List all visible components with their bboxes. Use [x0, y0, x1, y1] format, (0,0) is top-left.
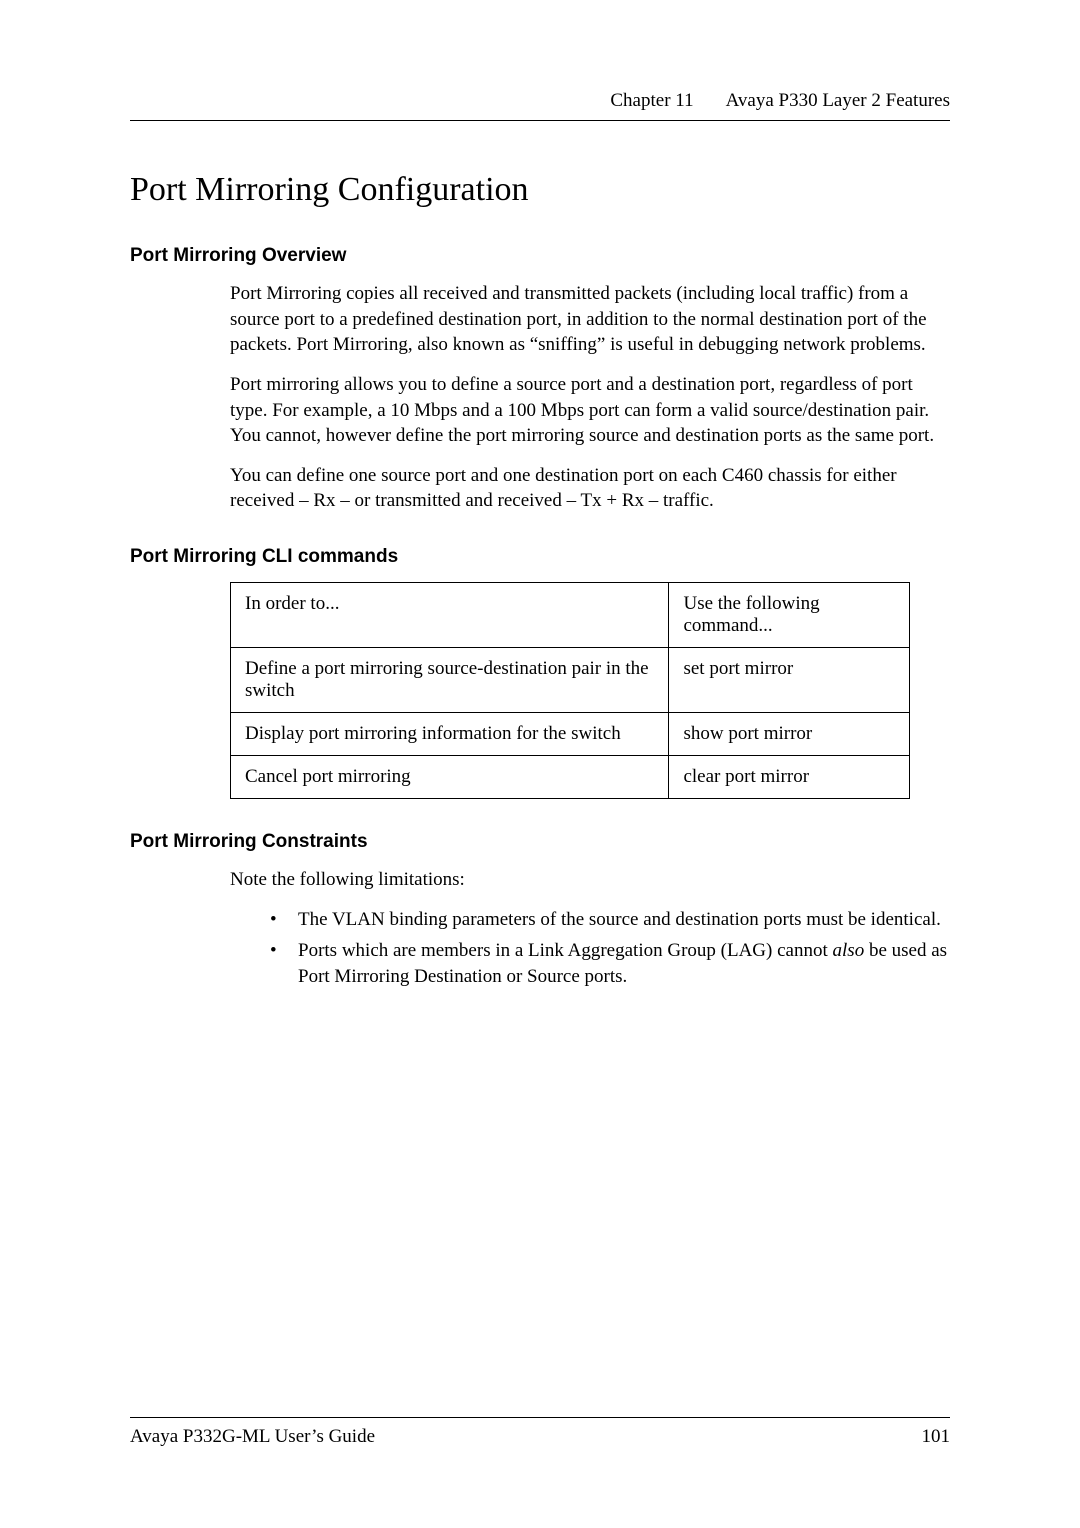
footer: Avaya P332G-ML User’s Guide 101 [130, 1417, 950, 1448]
page: Chapter 11 Avaya P330 Layer 2 Features P… [0, 0, 1080, 1528]
footer-page-number: 101 [922, 1426, 951, 1448]
running-head-chapter: Chapter 11 [610, 90, 693, 112]
list-item-text-em: also [833, 940, 865, 961]
cli-heading: Port Mirroring CLI commands [130, 546, 950, 568]
table-row: Define a port mirroring source-destinati… [231, 648, 910, 713]
overview-p2: Port mirroring allows you to define a so… [130, 372, 950, 449]
table-cell: clear port mirror [669, 756, 910, 799]
list-item: Ports which are members in a Link Aggreg… [270, 938, 950, 989]
running-head-title: Avaya P330 Layer 2 Features [726, 90, 950, 112]
overview-heading: Port Mirroring Overview [130, 245, 950, 267]
table-row: In order to... Use the following command… [231, 583, 910, 648]
table-cell: Define a port mirroring source-destinati… [231, 648, 669, 713]
bottom-rule [130, 1417, 950, 1418]
constraints-intro: Note the following limitations: [130, 867, 950, 893]
table-cell: Display port mirroring information for t… [231, 713, 669, 756]
section-cli: Port Mirroring CLI commands In order to.… [130, 546, 950, 799]
footer-row: Avaya P332G-ML User’s Guide 101 [130, 1426, 950, 1448]
table-row: Cancel port mirroring clear port mirror [231, 756, 910, 799]
overview-p3: You can define one source port and one d… [130, 463, 950, 514]
list-item: The VLAN binding parameters of the sourc… [270, 907, 950, 933]
running-head: Chapter 11 Avaya P330 Layer 2 Features [130, 90, 950, 112]
cli-table: In order to... Use the following command… [230, 582, 910, 799]
top-rule [130, 120, 950, 121]
constraints-list: The VLAN binding parameters of the sourc… [130, 907, 950, 990]
constraints-heading: Port Mirroring Constraints [130, 831, 950, 853]
section-constraints: Port Mirroring Constraints Note the foll… [130, 831, 950, 990]
page-title: Port Mirroring Configuration [130, 171, 950, 209]
table-header-cell: In order to... [231, 583, 669, 648]
table-cell: Cancel port mirroring [231, 756, 669, 799]
overview-p1: Port Mirroring copies all received and t… [130, 281, 950, 358]
table-header-cell: Use the following command... [669, 583, 910, 648]
table-cell: show port mirror [669, 713, 910, 756]
table-row: Display port mirroring information for t… [231, 713, 910, 756]
footer-left: Avaya P332G-ML User’s Guide [130, 1426, 375, 1448]
section-overview: Port Mirroring Overview Port Mirroring c… [130, 245, 950, 514]
list-item-text-pre: Ports which are members in a Link Aggreg… [298, 940, 833, 961]
table-cell: set port mirror [669, 648, 910, 713]
list-item-text: The VLAN binding parameters of the sourc… [298, 909, 941, 930]
